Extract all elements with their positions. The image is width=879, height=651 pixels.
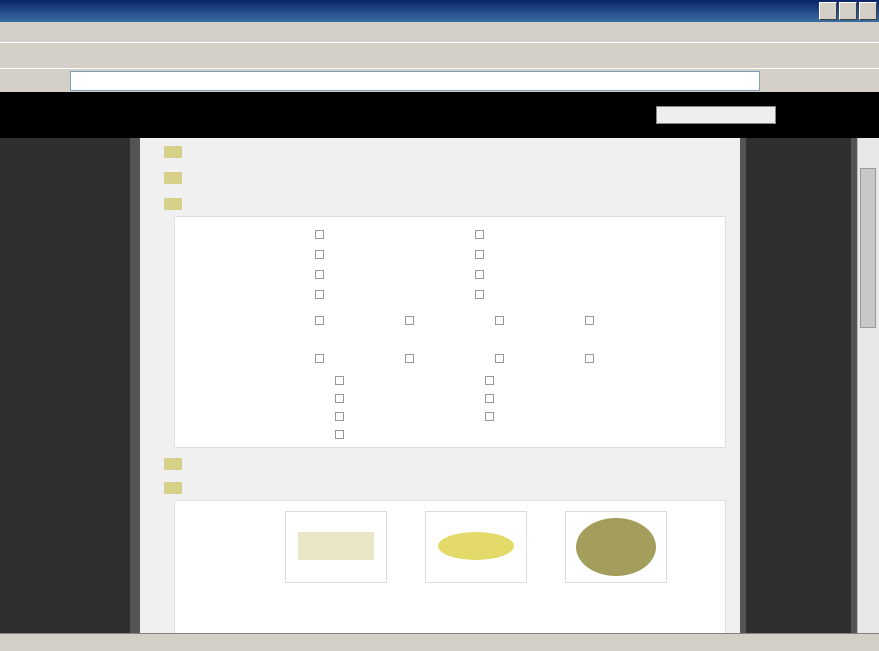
menu-item[interactable]: [54, 25, 62, 37]
swatch-olive: [576, 518, 656, 576]
option-checkbox[interactable]: [475, 227, 555, 241]
menu-item[interactable]: [70, 25, 78, 37]
option-checkbox[interactable]: [315, 227, 395, 241]
page-body: [0, 138, 879, 633]
go-button[interactable]: [768, 71, 798, 91]
option-checkbox[interactable]: [315, 313, 395, 327]
address-input[interactable]: [70, 71, 760, 91]
swatch-option[interactable]: [425, 511, 527, 583]
status-zone: [758, 636, 868, 650]
option-checkbox[interactable]: [475, 287, 555, 301]
swatch-caption: [265, 593, 375, 621]
option-checkbox[interactable]: [485, 391, 565, 405]
swatch-caption: [545, 593, 655, 621]
spec-row: [164, 454, 724, 474]
bullet-icon: [164, 482, 182, 494]
option-checkbox[interactable]: [335, 427, 415, 441]
swatch-option[interactable]: [565, 511, 667, 583]
status-bar: [0, 633, 879, 651]
spec-row: [164, 478, 724, 498]
option-checkbox[interactable]: [475, 247, 555, 261]
option-checkbox[interactable]: [585, 313, 665, 327]
menu-item[interactable]: [6, 25, 14, 37]
links-button[interactable]: [806, 71, 866, 91]
site-logo[interactable]: [30, 102, 180, 128]
close-button[interactable]: [859, 2, 877, 20]
menu-item[interactable]: [38, 25, 46, 37]
option-checkbox[interactable]: [405, 351, 485, 365]
bullet-icon: [164, 198, 182, 210]
main-content: [140, 138, 740, 633]
window-titlebar: [0, 0, 879, 22]
swatch-caption: [405, 593, 515, 621]
address-label: [8, 73, 66, 87]
swatch-pale: [298, 532, 374, 560]
scrollbar-thumb[interactable]: [860, 168, 876, 328]
swatch-group-label: [185, 511, 275, 527]
spec-row: [164, 168, 724, 188]
menubar: [0, 22, 879, 42]
minimize-button[interactable]: [819, 2, 837, 20]
options-group-label: [185, 227, 275, 243]
option-checkbox[interactable]: [315, 247, 395, 261]
option-checkbox[interactable]: [335, 409, 415, 423]
option-checkbox[interactable]: [315, 287, 395, 301]
swatch-panel: [174, 500, 726, 633]
window-controls: [817, 2, 877, 20]
option-checkbox[interactable]: [315, 267, 395, 281]
spec-row: [164, 194, 724, 214]
option-checkbox[interactable]: [495, 313, 575, 327]
option-checkbox[interactable]: [335, 373, 415, 387]
menu-item[interactable]: [86, 25, 94, 37]
options-panel: [174, 216, 726, 448]
option-checkbox[interactable]: [485, 373, 565, 387]
search-submit-button[interactable]: [780, 106, 860, 124]
swatch-yellow: [438, 532, 514, 560]
option-checkbox[interactable]: [585, 351, 665, 365]
status-text: [12, 636, 312, 650]
search-input[interactable]: [656, 106, 776, 124]
vertical-scrollbar[interactable]: [857, 138, 879, 633]
site-header: [0, 92, 879, 138]
option-checkbox[interactable]: [485, 409, 565, 423]
right-sidebar: [746, 138, 851, 633]
option-checkbox[interactable]: [335, 391, 415, 405]
menu-item[interactable]: [22, 25, 30, 37]
swatch-option[interactable]: [285, 511, 387, 583]
left-sidebar: [0, 138, 130, 633]
options-group-label: [185, 313, 275, 329]
bullet-icon: [164, 458, 182, 470]
spec-row: [164, 142, 724, 162]
option-checkbox[interactable]: [495, 351, 575, 365]
bullet-icon: [164, 146, 182, 158]
option-checkbox[interactable]: [315, 351, 395, 365]
toolbar: [0, 42, 879, 68]
search-label: [500, 108, 650, 124]
bullet-icon: [164, 172, 182, 184]
maximize-button[interactable]: [839, 2, 857, 20]
option-checkbox[interactable]: [475, 267, 555, 281]
option-checkbox[interactable]: [405, 313, 485, 327]
address-bar: [0, 68, 879, 92]
